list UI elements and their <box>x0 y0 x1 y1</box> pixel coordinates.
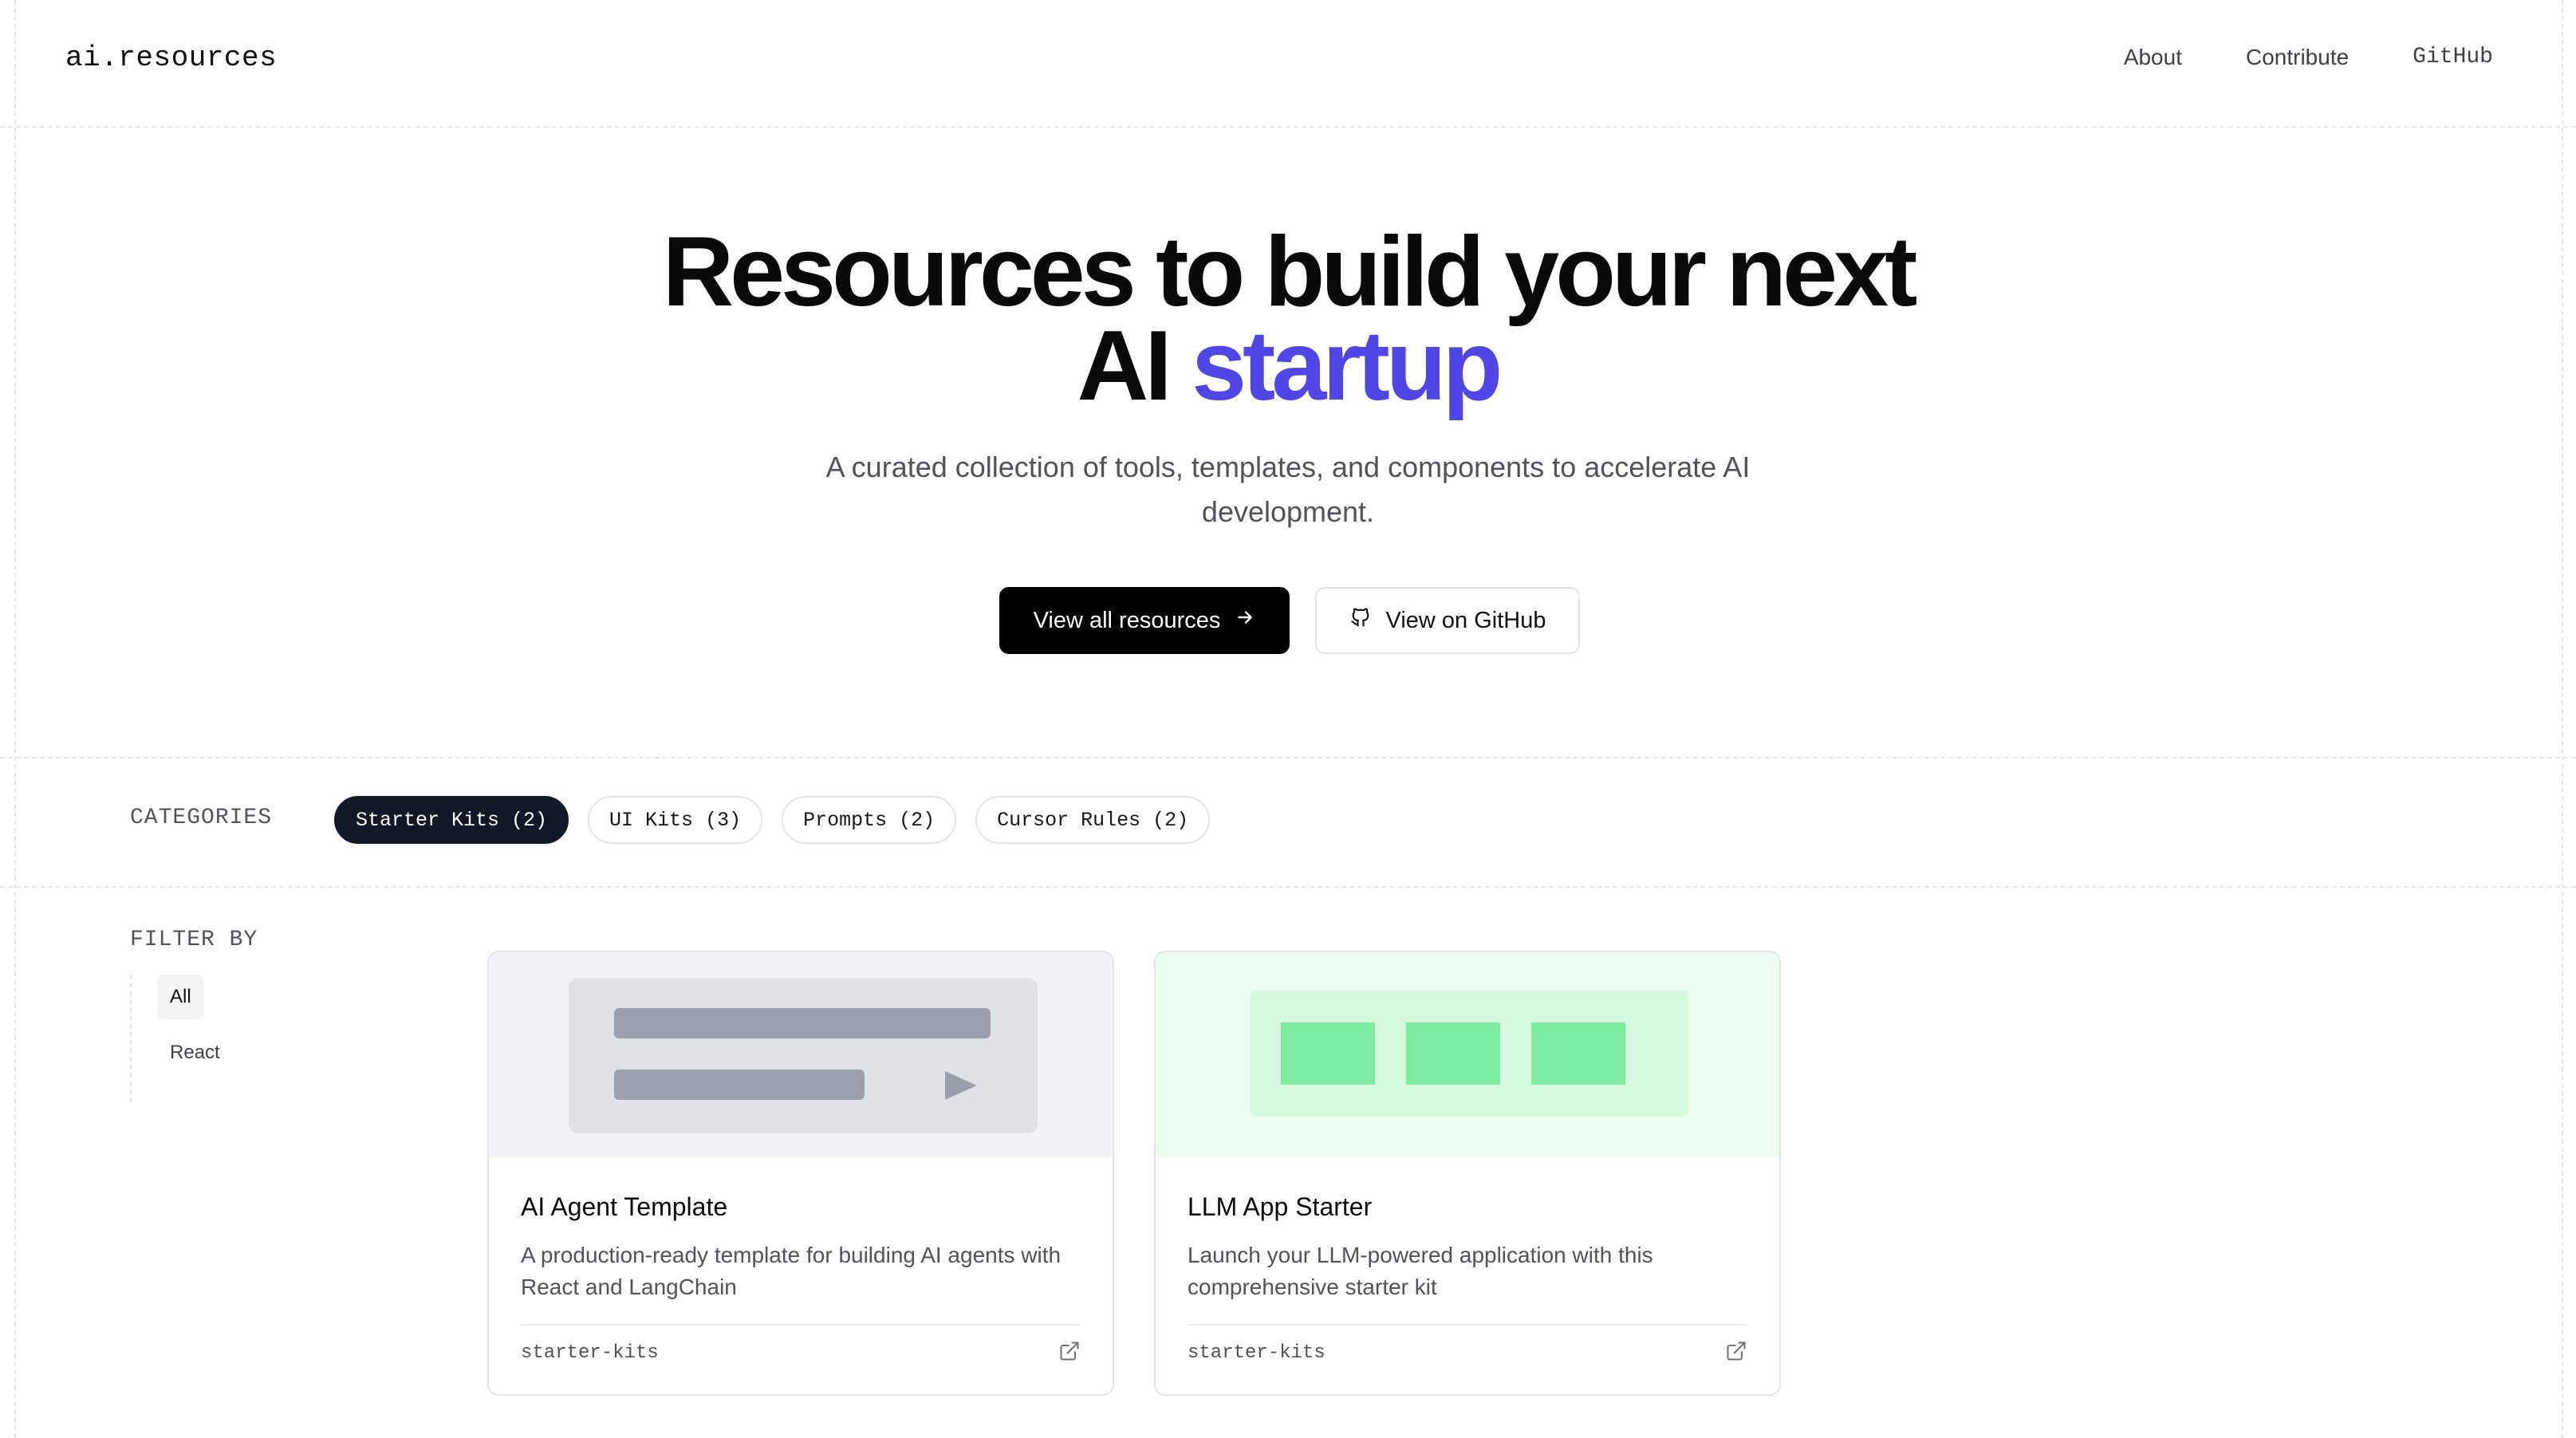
frame-border-right <box>2562 0 2563 1438</box>
view-all-resources-button[interactable]: View all resources <box>999 587 1290 654</box>
chip-starter-kits[interactable]: Starter Kits (2) <box>334 796 569 844</box>
view-on-github-label: View on GitHub <box>1385 607 1546 633</box>
arrow-right-icon <box>1235 607 1255 634</box>
filter-label: FILTER BY <box>130 928 258 952</box>
card-tag: starter-kits <box>521 1342 659 1364</box>
nav-about-link[interactable]: About <box>2124 45 2182 70</box>
chip-cursor-rules[interactable]: Cursor Rules (2) <box>975 796 1211 844</box>
chip-ui-kits[interactable]: UI Kits (3) <box>588 796 763 844</box>
card-preview-chat <box>489 952 1113 1157</box>
hero-title-ai: AI <box>1077 311 1172 421</box>
site-logo[interactable]: ai.resources <box>65 41 277 74</box>
card-body: AI Agent Template A production-ready tem… <box>489 1157 1113 1366</box>
categories-divider <box>0 886 2576 888</box>
green-block-illustration <box>1531 1022 1625 1085</box>
hero-title: Resources to build your next AI startup <box>0 223 2576 421</box>
view-on-github-button[interactable]: View on GitHub <box>1315 587 1580 654</box>
categories-label: CATEGORIES <box>130 806 273 830</box>
site-header: ai.resources About Contribute GitHub <box>0 0 2576 126</box>
chat-input-illustration <box>614 1070 865 1100</box>
frame-border-left <box>14 0 16 1438</box>
hero-divider <box>0 757 2576 758</box>
chat-bubble-illustration <box>614 1008 991 1038</box>
card-title[interactable]: LLM App Starter <box>1188 1192 1747 1222</box>
nav-contribute-link[interactable]: Contribute <box>2246 45 2349 70</box>
filter-item-all[interactable]: All <box>157 975 204 1019</box>
card-description: A production-ready template for building… <box>521 1243 1062 1299</box>
card-description: Launch your LLM-powered application with… <box>1188 1243 1653 1299</box>
resource-card[interactable]: LLM App Starter Launch your LLM-powered … <box>1154 951 1781 1396</box>
main-nav: About Contribute GitHub <box>2060 45 2493 70</box>
card-body: LLM App Starter Launch your LLM-powered … <box>1156 1157 1779 1366</box>
card-footer: starter-kits <box>521 1324 1081 1366</box>
hero-subtitle: A curated collection of tools, templates… <box>825 451 1751 528</box>
nav-github-link[interactable]: GitHub <box>2413 45 2493 70</box>
github-icon <box>1349 606 1372 635</box>
chip-prompts[interactable]: Prompts (2) <box>782 796 957 844</box>
hero-title-highlight: startup <box>1191 311 1503 421</box>
view-all-resources-label: View all resources <box>1033 607 1221 633</box>
green-block-illustration <box>1281 1022 1375 1085</box>
category-chips: Starter Kits (2) UI Kits (3) Prompts (2)… <box>334 796 1211 844</box>
filter-list: All React <box>130 975 233 1102</box>
card-tag: starter-kits <box>1188 1342 1325 1364</box>
header-divider <box>0 126 2576 128</box>
card-title[interactable]: AI Agent Template <box>521 1192 1081 1222</box>
external-link-icon[interactable] <box>1058 1340 1081 1366</box>
chat-window-illustration <box>569 978 1038 1133</box>
green-block-illustration <box>1406 1022 1500 1085</box>
send-icon <box>943 1070 979 1105</box>
card-footer: starter-kits <box>1188 1324 1747 1366</box>
resource-card[interactable]: AI Agent Template A production-ready tem… <box>487 951 1114 1396</box>
filter-item-react[interactable]: React <box>157 1030 233 1075</box>
card-preview-blocks <box>1156 952 1779 1157</box>
external-link-icon[interactable] <box>1725 1340 1747 1366</box>
